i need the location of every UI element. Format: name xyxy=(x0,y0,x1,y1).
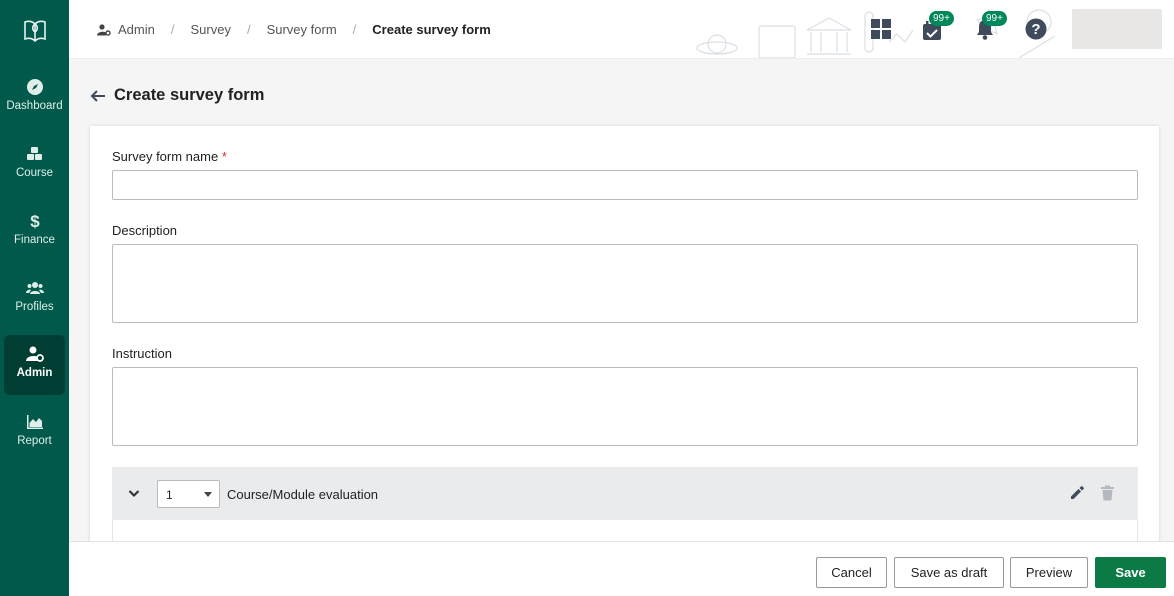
survey-form-name-label-text: Survey form name xyxy=(112,149,219,164)
sidebar-item-finance[interactable]: $ Finance xyxy=(4,202,65,262)
instruction-textarea[interactable] xyxy=(112,367,1138,446)
page-title: Create survey form xyxy=(114,86,265,104)
caret-down-icon xyxy=(204,492,212,497)
sidebar: Dashboard Course $ Finance Profiles Admi… xyxy=(0,0,69,596)
save-button[interactable]: Save xyxy=(1095,557,1166,588)
sidebar-item-dashboard[interactable]: Dashboard xyxy=(4,68,65,128)
breadcrumb-survey-form[interactable]: Survey form xyxy=(267,22,337,37)
sidebar-item-label: Finance xyxy=(14,234,55,246)
sidebar-item-course[interactable]: Course xyxy=(4,135,65,195)
breadcrumb: Admin / Survey / Survey form / Create su… xyxy=(97,22,491,37)
svg-text:$: $ xyxy=(30,212,40,230)
section-title: Course/Module evaluation xyxy=(227,487,379,502)
section-order-value: 1 xyxy=(166,488,173,502)
trash-icon[interactable] xyxy=(1100,485,1115,501)
sidebar-item-label: Report xyxy=(17,435,52,447)
preview-button[interactable]: Preview xyxy=(1010,557,1088,588)
users-icon xyxy=(25,282,44,294)
svg-text:?: ? xyxy=(1031,21,1040,38)
form-footer: Cancel Save as draft Preview Save xyxy=(69,541,1174,596)
sidebar-item-label: Admin xyxy=(16,367,53,379)
help-icon[interactable]: ? xyxy=(1025,18,1047,40)
survey-form-card: Survey form name * Description Instructi… xyxy=(90,126,1159,546)
breadcrumb-current: Create survey form xyxy=(372,22,491,37)
chevron-down-icon[interactable] xyxy=(128,487,140,499)
user-gear-icon xyxy=(97,23,111,36)
survey-form-name-label: Survey form name * xyxy=(112,149,227,164)
description-textarea[interactable] xyxy=(112,244,1138,323)
notifications-badge: 99+ xyxy=(982,11,1007,26)
top-header: Admin / Survey / Survey form / Create su… xyxy=(69,0,1174,59)
cancel-button[interactable]: Cancel xyxy=(816,557,887,588)
breadcrumb-separator: / xyxy=(352,22,357,37)
save-draft-button[interactable]: Save as draft xyxy=(894,557,1004,588)
survey-section-header: 1 Course/Module evaluation xyxy=(112,467,1138,520)
area-chart-icon xyxy=(26,415,43,429)
back-arrow-icon[interactable] xyxy=(90,88,106,104)
sidebar-item-label: Dashboard xyxy=(6,100,63,112)
cubes-icon xyxy=(26,147,42,160)
sidebar-item-profiles[interactable]: Profiles xyxy=(4,269,65,329)
dollar-icon: $ xyxy=(30,212,40,230)
breadcrumb-survey[interactable]: Survey xyxy=(190,22,230,37)
book-leaf-logo-icon[interactable] xyxy=(22,18,48,44)
tasks-badge: 99+ xyxy=(929,11,954,26)
survey-form-name-input[interactable] xyxy=(112,170,1138,200)
sidebar-item-admin[interactable]: Admin xyxy=(4,335,65,395)
sidebar-item-label: Course xyxy=(15,167,54,179)
breadcrumb-separator: / xyxy=(170,22,175,37)
required-marker: * xyxy=(221,149,227,164)
compass-icon xyxy=(26,79,43,95)
user-gear-icon xyxy=(25,346,44,362)
instruction-label: Instruction xyxy=(112,346,172,361)
user-avatar[interactable] xyxy=(1072,9,1162,49)
grid-apps-icon[interactable] xyxy=(870,18,892,40)
pencil-icon[interactable] xyxy=(1069,485,1085,501)
page-title-row: Create survey form xyxy=(90,86,264,105)
description-label: Description xyxy=(112,223,178,238)
breadcrumb-separator: / xyxy=(246,22,251,37)
sidebar-item-label: Profiles xyxy=(15,301,54,313)
sidebar-item-report[interactable]: Report xyxy=(4,403,65,463)
breadcrumb-admin[interactable]: Admin xyxy=(118,22,155,37)
section-order-select[interactable]: 1 xyxy=(157,480,220,508)
